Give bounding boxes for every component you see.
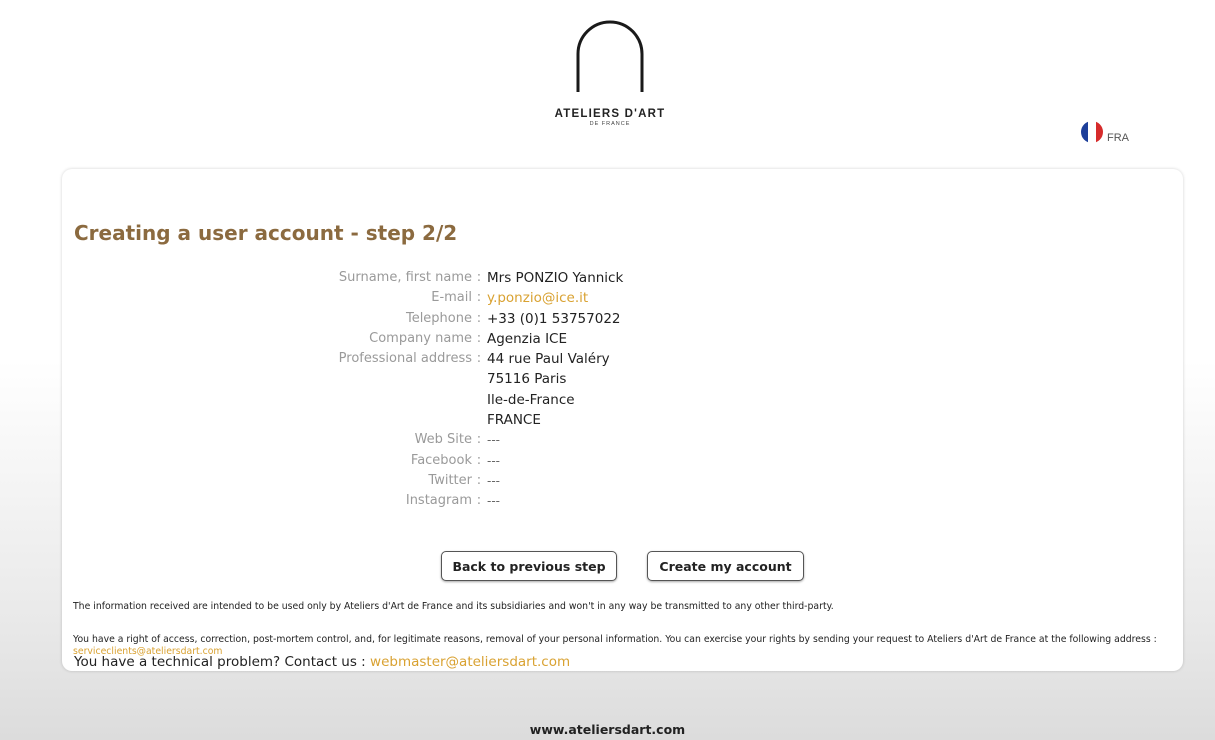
- field-separator: :: [476, 351, 482, 367]
- field-label: [62, 410, 472, 430]
- field-label: Instagram: [405, 493, 472, 509]
- technical-contact: You have a technical problem? Contact us…: [74, 654, 570, 670]
- field-row-instagram: Instagram : ---: [62, 491, 1183, 511]
- field-separator: :: [476, 432, 482, 448]
- brand-name: ATELIERS D'ART: [554, 108, 666, 120]
- language-code: FRA: [1107, 132, 1129, 144]
- field-separator: [472, 410, 486, 430]
- field-separator: [472, 390, 486, 410]
- technical-contact-text: You have a technical problem? Contact us…: [74, 654, 366, 670]
- webmaster-email-link[interactable]: webmaster@ateliersdart.com: [370, 654, 570, 670]
- privacy-notice: The information received are intended to…: [73, 601, 834, 612]
- field-value: +33 (0)1 53757022: [487, 310, 621, 327]
- field-label: Company name: [369, 330, 472, 346]
- field-separator: [472, 369, 486, 389]
- page-title: Creating a user account - step 2/2: [74, 221, 458, 245]
- logo-arch-icon: [576, 20, 644, 92]
- field-value: ---: [487, 473, 500, 488]
- field-separator: :: [476, 290, 482, 306]
- field-label: Web Site: [414, 432, 472, 448]
- field-label: [62, 369, 472, 389]
- address-line: Ile-de-France: [487, 391, 575, 408]
- field-value: Mrs PONZIO Yannick: [487, 270, 624, 286]
- field-row-email: E-mail : y.ponzio@ice.it: [62, 288, 1183, 308]
- field-label: Facebook: [410, 452, 472, 468]
- address-line: 44 rue Paul Valéry: [487, 351, 610, 368]
- field-row-twitter: Twitter : ---: [62, 471, 1183, 491]
- field-separator: :: [476, 270, 482, 285]
- field-row-address: Professional address : 44 rue Paul Valér…: [62, 349, 1183, 369]
- field-row-name: Surname, first name : Mrs PONZIO Yannick: [62, 268, 1183, 288]
- footer-website-link[interactable]: www.ateliersdart.com: [0, 722, 1215, 737]
- field-row-address-city: 75116 Paris: [62, 369, 1183, 389]
- field-value: ---: [487, 433, 500, 448]
- create-account-button[interactable]: Create my account: [647, 551, 804, 581]
- field-separator: :: [476, 452, 482, 468]
- field-separator: :: [476, 330, 482, 346]
- back-to-previous-step-button[interactable]: Back to previous step: [441, 551, 617, 581]
- field-separator: :: [476, 472, 482, 488]
- field-value: Agenzia ICE: [487, 330, 568, 347]
- field-separator: :: [476, 493, 482, 509]
- rights-text: You have a right of access, correction, …: [73, 634, 1157, 645]
- account-summary: Surname, first name : Mrs PONZIO Yannick…: [62, 268, 1183, 512]
- language-selector[interactable]: FRA: [1080, 120, 1129, 144]
- field-label: Twitter: [428, 472, 472, 488]
- field-label: E-mail: [431, 290, 472, 306]
- field-row-telephone: Telephone : +33 (0)1 53757022: [62, 309, 1183, 329]
- address-line: FRANCE: [487, 412, 541, 429]
- account-card: Creating a user account - step 2/2 Surna…: [62, 169, 1183, 671]
- page-header: ATELIERS D'ART DE FRANCE FRA: [0, 0, 1215, 165]
- field-separator: :: [476, 310, 482, 326]
- field-row-website: Web Site : ---: [62, 430, 1183, 450]
- field-label: Surname, first name: [338, 270, 472, 285]
- field-row-company: Company name : Agenzia ICE: [62, 329, 1183, 349]
- france-flag-icon: [1081, 121, 1103, 143]
- field-row-address-region: Ile-de-France: [62, 390, 1183, 410]
- address-line: 75116 Paris: [487, 371, 567, 388]
- field-label: Telephone: [405, 310, 472, 326]
- field-value: ---: [487, 494, 500, 509]
- field-row-address-country: FRANCE: [62, 410, 1183, 430]
- brand-logo[interactable]: ATELIERS D'ART DE FRANCE: [540, 14, 680, 127]
- field-value: ---: [487, 453, 500, 468]
- brand-subtitle: DE FRANCE: [589, 121, 631, 127]
- field-row-facebook: Facebook : ---: [62, 451, 1183, 471]
- field-label: [62, 390, 472, 410]
- field-label: Professional address: [338, 351, 472, 367]
- email-link[interactable]: y.ponzio@ice.it: [486, 288, 588, 308]
